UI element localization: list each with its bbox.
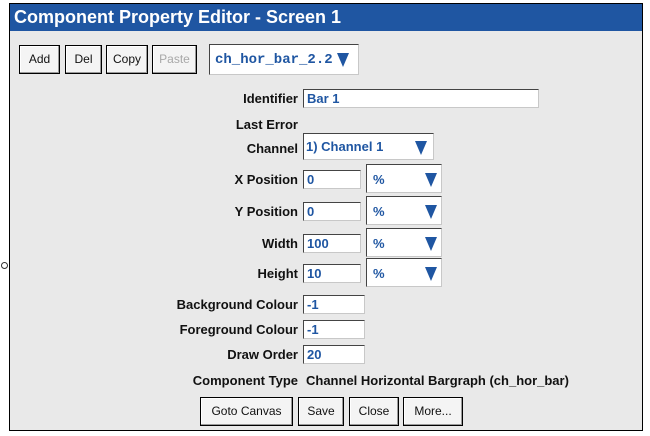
last-error-label: Last Error bbox=[235, 117, 298, 132]
delete-button[interactable]: Del bbox=[65, 45, 102, 74]
channel-select-value: 1) Channel 1 bbox=[306, 139, 384, 154]
x-position-field[interactable]: 0 bbox=[303, 170, 361, 189]
identifier-field[interactable]: Bar 1 bbox=[303, 89, 539, 108]
height-unit-value: % bbox=[373, 266, 385, 281]
component-select-value: ch_hor_bar_2.2 bbox=[215, 52, 333, 68]
x-position-unit-value: % bbox=[373, 172, 385, 187]
chevron-down-icon bbox=[425, 173, 437, 187]
height-field[interactable]: 10 bbox=[303, 264, 361, 283]
radio-indicator bbox=[1, 262, 8, 269]
chevron-down-icon bbox=[415, 141, 427, 155]
y-position-unit-select[interactable]: % bbox=[366, 196, 442, 225]
width-unit-value: % bbox=[373, 236, 385, 251]
x-position-unit-select[interactable]: % bbox=[366, 164, 442, 193]
y-position-unit-value: % bbox=[373, 204, 385, 219]
chevron-down-icon bbox=[425, 205, 437, 219]
paste-button[interactable]: Paste bbox=[152, 45, 197, 74]
copy-button[interactable]: Copy bbox=[106, 45, 148, 74]
height-unit-select[interactable]: % bbox=[366, 258, 442, 287]
more-button[interactable]: More... bbox=[403, 397, 463, 426]
property-editor-window: Component Property Editor - Screen 1 Add… bbox=[9, 3, 643, 431]
chevron-down-icon bbox=[425, 237, 437, 251]
window-title: Component Property Editor - Screen 1 bbox=[10, 4, 642, 31]
close-button[interactable]: Close bbox=[349, 397, 399, 426]
background-colour-field[interactable]: -1 bbox=[303, 295, 365, 314]
width-unit-select[interactable]: % bbox=[366, 228, 442, 257]
component-type-value: Channel Horizontal Bargraph (ch_hor_bar) bbox=[306, 373, 569, 388]
height-label: Height bbox=[257, 266, 298, 281]
add-button[interactable]: Add bbox=[19, 45, 60, 74]
foreground-colour-field[interactable]: -1 bbox=[303, 320, 365, 339]
y-position-field[interactable]: 0 bbox=[303, 202, 361, 221]
foreground-colour-label: Foreground Colour bbox=[179, 322, 298, 337]
channel-select[interactable]: 1) Channel 1 bbox=[303, 133, 434, 160]
background-colour-label: Background Colour bbox=[176, 297, 298, 312]
channel-label: Channel bbox=[246, 141, 298, 156]
component-select[interactable]: ch_hor_bar_2.2 bbox=[209, 44, 359, 75]
width-label: Width bbox=[262, 236, 298, 251]
identifier-label: Identifier bbox=[243, 91, 298, 106]
goto-canvas-button[interactable]: Goto Canvas bbox=[200, 397, 293, 426]
chevron-down-icon bbox=[425, 267, 437, 281]
width-field[interactable]: 100 bbox=[303, 234, 361, 253]
y-position-label: Y Position bbox=[234, 204, 298, 219]
draw-order-label: Draw Order bbox=[227, 347, 298, 362]
component-type-label: Component Type bbox=[192, 373, 298, 388]
save-button[interactable]: Save bbox=[298, 397, 344, 426]
draw-order-field[interactable]: 20 bbox=[303, 345, 365, 364]
x-position-label: X Position bbox=[234, 172, 298, 187]
chevron-down-icon bbox=[337, 53, 349, 67]
